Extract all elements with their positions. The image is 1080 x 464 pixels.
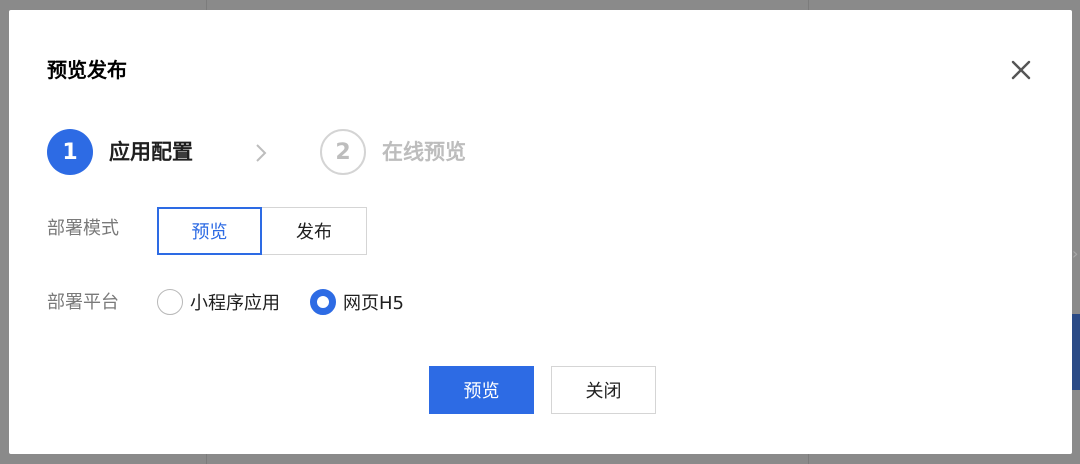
background-chevron-icon: ›: [1072, 244, 1079, 263]
step-label: 应用配置: [109, 140, 193, 164]
radio-web-h5[interactable]: 网页H5: [310, 289, 404, 315]
deploy-platform-radio-group: 小程序应用 网页H5: [157, 289, 434, 315]
radio-label: 网页H5: [343, 293, 404, 314]
preview-button[interactable]: 预览: [429, 366, 534, 414]
step-label: 在线预览: [382, 140, 466, 164]
radio-checked-icon: [310, 289, 336, 315]
radio-unchecked-icon: [157, 289, 183, 315]
dialog-title: 预览发布: [47, 58, 127, 82]
close-icon[interactable]: [1007, 56, 1035, 84]
deploy-mode-label: 部署模式: [47, 218, 119, 239]
step-number-badge: 1: [47, 129, 93, 175]
step-number-badge: 2: [320, 129, 366, 175]
radio-mini-program[interactable]: 小程序应用: [157, 289, 280, 315]
step-app-config: 1 应用配置: [47, 129, 193, 175]
deploy-mode-segmented-control: 预览 发布: [157, 207, 367, 255]
close-button[interactable]: 关闭: [551, 366, 656, 414]
chevron-right-icon: [253, 141, 269, 169]
step-online-preview: 2 在线预览: [320, 129, 466, 175]
publish-preview-dialog: 预览发布 1 应用配置 2 在线预览 部署模式 预览 发布 部署平台 小程序应用…: [9, 10, 1072, 454]
radio-label: 小程序应用: [190, 293, 280, 314]
deploy-mode-preview-option[interactable]: 预览: [157, 207, 262, 255]
deploy-platform-label: 部署平台: [47, 292, 119, 313]
deploy-mode-publish-option[interactable]: 发布: [262, 207, 367, 255]
